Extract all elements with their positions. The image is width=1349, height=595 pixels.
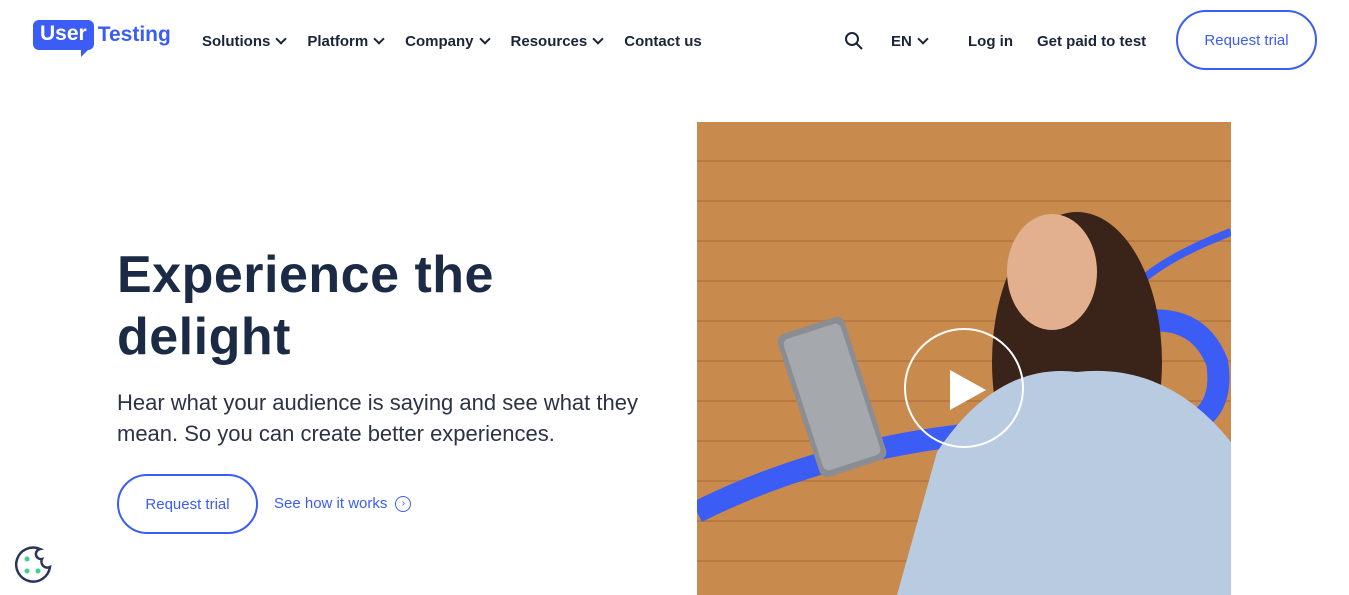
chevron-down-icon: [373, 33, 385, 45]
menu-label: Platform: [307, 33, 369, 50]
hero-video[interactable]: [697, 122, 1231, 595]
request-trial-button[interactable]: Request trial: [1176, 10, 1317, 70]
link-label: See how it works: [274, 495, 388, 512]
menu-label: Solutions: [202, 33, 271, 50]
main-menu: Solutions Platform Company Resources Con…: [202, 33, 724, 50]
cookie-icon[interactable]: [12, 543, 54, 585]
get-paid-link[interactable]: Get paid to test: [1037, 33, 1146, 50]
play-button[interactable]: [904, 328, 1024, 448]
menu-company[interactable]: Company: [405, 33, 491, 50]
chevron-down-icon: [275, 33, 287, 45]
chevron-down-icon: [592, 33, 604, 45]
menu-label: Resources: [510, 33, 588, 50]
logo-testing: Testing: [97, 23, 171, 46]
top-nav: User Testing Solutions Platform Company …: [0, 0, 1349, 82]
hero-title: Experience the delight: [117, 246, 494, 366]
menu-label: Contact us: [624, 33, 702, 50]
chevron-down-icon: [917, 33, 929, 45]
search-icon[interactable]: [844, 31, 864, 51]
see-how-it-works-link[interactable]: See how it works ›: [274, 495, 412, 512]
language-label: EN: [891, 33, 912, 50]
menu-label: Company: [405, 33, 474, 50]
play-icon: [950, 370, 986, 410]
chevron-down-icon: [478, 33, 491, 45]
chevron-right-circle-icon: ›: [395, 495, 412, 512]
logo-user: User: [33, 20, 94, 57]
login-link[interactable]: Log in: [968, 33, 1013, 50]
language-select[interactable]: EN: [891, 33, 929, 50]
menu-contact[interactable]: Contact us: [624, 33, 702, 50]
usertesting-logo[interactable]: User Testing: [33, 20, 171, 57]
hero-request-trial-button[interactable]: Request trial: [117, 474, 258, 534]
menu-resources[interactable]: Resources: [510, 33, 604, 50]
menu-platform[interactable]: Platform: [307, 33, 385, 50]
menu-solutions[interactable]: Solutions: [202, 33, 287, 50]
hero-subtitle: Hear what your audience is saying and se…: [117, 390, 638, 446]
